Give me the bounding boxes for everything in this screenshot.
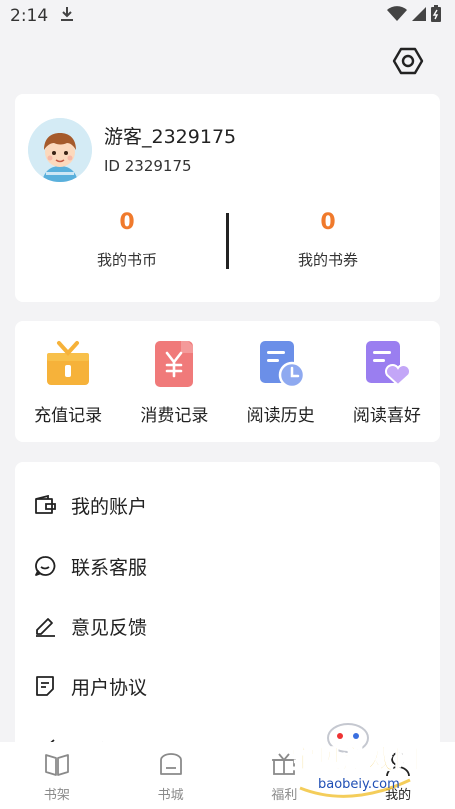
watermark-url: baobeiy.com bbox=[318, 777, 400, 792]
menu-item-user-agreement[interactable]: 用户协议 bbox=[33, 669, 147, 703]
stat-divider bbox=[226, 213, 229, 269]
menu-card: 我的账户 联系客服 意见反馈 用户协议 清除缓存 bbox=[15, 462, 440, 762]
wallet-icon bbox=[33, 493, 57, 517]
battery-icon bbox=[431, 5, 441, 27]
status-bar: 2:14 bbox=[0, 0, 455, 32]
menu-label: 我的账户 bbox=[71, 495, 148, 518]
avatar[interactable] bbox=[28, 118, 92, 182]
tab-bookshelf[interactable]: 书架 bbox=[0, 742, 114, 809]
book-open-icon bbox=[44, 754, 69, 776]
tab-label: 书架 bbox=[43, 788, 70, 803]
menu-label: 用户协议 bbox=[71, 676, 148, 699]
yuan-receipt-icon bbox=[155, 341, 194, 387]
quick-action-preferences[interactable]: 阅读喜好 bbox=[334, 321, 440, 442]
user-id: ID 2329175 bbox=[104, 157, 192, 175]
profile-card: 游客_2329175 ID 2329175 0 我的书币 0 我的书券 bbox=[15, 94, 440, 302]
menu-item-my-account[interactable]: 我的账户 bbox=[33, 488, 147, 522]
chat-bubble-icon bbox=[33, 554, 57, 578]
history-clock-icon bbox=[259, 341, 305, 389]
gift-icon bbox=[47, 341, 90, 385]
stat-coins[interactable]: 0 我的书币 bbox=[37, 210, 217, 270]
tab-bookstore[interactable]: 书城 bbox=[114, 742, 228, 809]
quick-action-label: 阅读历史 bbox=[246, 406, 315, 426]
settings-button[interactable] bbox=[391, 44, 425, 78]
quick-action-spending[interactable]: 消费记录 bbox=[121, 321, 227, 442]
store-icon bbox=[159, 753, 182, 775]
heart-document-icon bbox=[365, 341, 411, 387]
menu-label: 联系客服 bbox=[71, 556, 148, 579]
menu-item-feedback[interactable]: 意见反馈 bbox=[33, 609, 147, 643]
menu-item-contact-support[interactable]: 联系客服 bbox=[33, 549, 147, 583]
username: 游客_2329175 bbox=[104, 126, 237, 148]
pencil-icon bbox=[33, 614, 57, 638]
quick-action-history[interactable]: 阅读历史 bbox=[228, 321, 334, 442]
coins-label: 我的书币 bbox=[96, 251, 157, 269]
signal-icon bbox=[411, 6, 427, 27]
quick-action-label: 消费记录 bbox=[140, 406, 209, 426]
download-icon bbox=[60, 6, 74, 27]
menu-label: 意见反馈 bbox=[71, 616, 148, 639]
vouchers-label: 我的书券 bbox=[297, 251, 358, 269]
quick-action-recharge[interactable]: 充值记录 bbox=[15, 321, 121, 442]
quick-actions-card: 充值记录 消费记录 阅读历史 阅读喜好 bbox=[15, 321, 440, 442]
watermark: 宝贝游戏网 baobeiy.com bbox=[280, 718, 430, 804]
quick-action-label: 充值记录 bbox=[34, 406, 103, 426]
gear-icon bbox=[392, 47, 424, 75]
coins-value: 0 bbox=[119, 210, 135, 235]
stat-vouchers[interactable]: 0 我的书券 bbox=[238, 210, 418, 270]
quick-action-label: 阅读喜好 bbox=[352, 406, 421, 426]
watermark-title: 宝贝游戏网 bbox=[290, 744, 420, 775]
tab-label: 书城 bbox=[157, 788, 184, 803]
document-icon bbox=[33, 674, 57, 698]
vouchers-value: 0 bbox=[320, 210, 336, 235]
wifi-icon bbox=[387, 5, 407, 27]
status-time: 2:14 bbox=[10, 6, 49, 26]
